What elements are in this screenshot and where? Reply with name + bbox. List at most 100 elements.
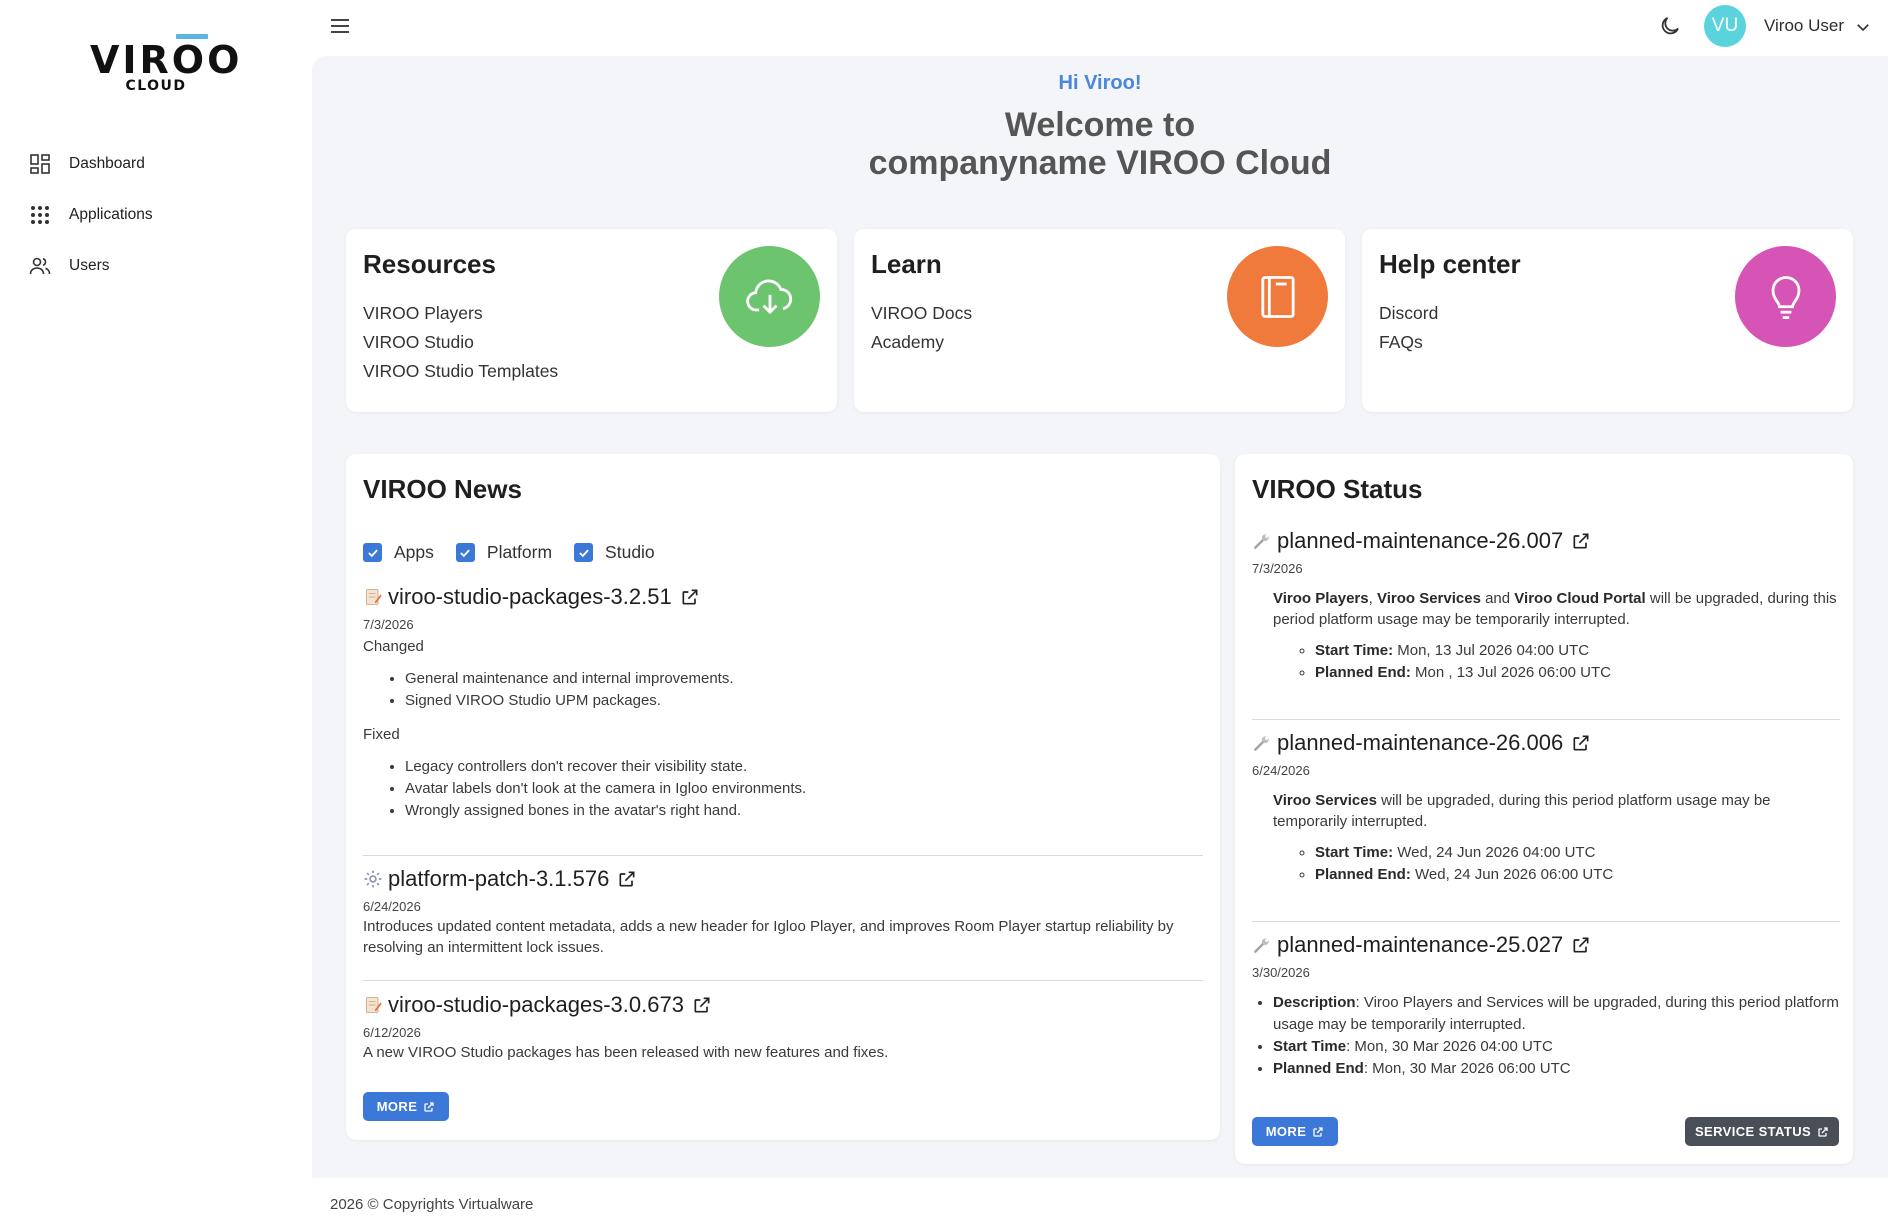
memo-icon — [363, 995, 383, 1015]
status-item-title[interactable]: planned-maintenance-26.007 — [1277, 528, 1563, 554]
external-link-icon[interactable] — [692, 995, 712, 1015]
news-item-title[interactable]: platform-patch-3.1.576 — [388, 866, 609, 892]
filter-studio-label[interactable]: Studio — [605, 542, 655, 563]
hamburger-menu-icon[interactable] — [328, 14, 352, 38]
start-time-label: Start Time: — [1315, 642, 1394, 659]
list-item: Start Time: Wed, 24 Jun 2026 04:00 UTC — [1315, 842, 1840, 864]
link-viroo-docs[interactable]: VIROO Docs — [871, 299, 972, 328]
welcome-line-1: Welcome to — [1004, 106, 1196, 144]
list-item: Avatar labels don't look at the camera i… — [405, 778, 1203, 800]
list-item: General maintenance and internal improve… — [405, 668, 1203, 690]
moon-icon[interactable] — [1658, 14, 1682, 38]
list-item: Signed VIROO Studio UPM packages. — [405, 690, 1203, 712]
learn-links: VIROO Docs Academy — [871, 299, 972, 357]
status-item-description: Viroo Players, Viroo Services and Viroo … — [1252, 588, 1840, 630]
gear-icon — [363, 869, 383, 889]
greeting-text: Hi Viroo! — [1058, 72, 1142, 94]
news-item-text: A new VIROO Studio packages has been rel… — [363, 1044, 889, 1061]
status-item-title[interactable]: planned-maintenance-25.027 — [1277, 932, 1563, 958]
external-link-icon — [1818, 1126, 1828, 1137]
status-item-title[interactable]: planned-maintenance-26.006 — [1277, 730, 1563, 756]
list-item: Start Time: Mon, 13 Jul 2026 04:00 UTC — [1315, 640, 1840, 662]
link-viroo-studio-templates[interactable]: VIROO Studio Templates — [363, 357, 558, 386]
planned-end-value: Wed, 24 Jun 2026 06:00 UTC — [1410, 866, 1614, 883]
filter-apps-checkbox[interactable] — [363, 543, 382, 562]
filter-apps-label[interactable]: Apps — [394, 542, 434, 563]
external-link-icon[interactable] — [1571, 935, 1591, 955]
start-time-label: Start Time — [1273, 1038, 1347, 1055]
link-viroo-players[interactable]: VIROO Players — [363, 299, 558, 328]
resources-icon-circle — [719, 246, 820, 347]
status-text: , — [1368, 590, 1377, 607]
help-center-card: Help center Discord FAQs — [1362, 229, 1853, 412]
news-item-title[interactable]: viroo-studio-packages-3.2.51 — [388, 584, 672, 610]
news-more-button[interactable]: MORE — [363, 1092, 449, 1121]
check-icon — [460, 548, 471, 557]
news-item-date: 7/3/2026 — [363, 617, 414, 632]
planned-end-label: Planned End: — [1315, 664, 1411, 681]
divider — [363, 980, 1203, 981]
logo-subtitle: CLOUD — [125, 78, 187, 94]
status-item-date: 6/24/2026 — [1252, 763, 1310, 778]
status-more-button[interactable]: MORE — [1252, 1117, 1338, 1146]
help-icon-circle — [1735, 246, 1836, 347]
start-time-value: Mon, 13 Jul 2026 04:00 UTC — [1393, 642, 1590, 659]
planned-end-label: Planned End — [1273, 1060, 1364, 1077]
news-fixed-list: Legacy controllers don't recover their v… — [363, 756, 1203, 822]
book-icon — [1260, 275, 1295, 318]
resources-links: VIROO Players VIROO Studio VIROO Studio … — [363, 299, 558, 386]
list-item: Planned End: Mon, 30 Mar 2026 06:00 UTC — [1273, 1058, 1840, 1080]
start-time-value: : Mon, 30 Mar 2026 04:00 UTC — [1346, 1038, 1553, 1055]
external-link-icon[interactable] — [1571, 733, 1591, 753]
footer-copyright: 2026 © Copyrights Virtualware — [330, 1196, 534, 1213]
sidebar-item-users[interactable]: Users — [0, 240, 312, 291]
list-item: Description: Viroo Players and Services … — [1273, 992, 1840, 1036]
user-avatar[interactable]: VU — [1704, 5, 1746, 47]
apps-grid-icon — [31, 205, 49, 224]
link-academy[interactable]: Academy — [871, 328, 972, 357]
lightbulb-icon — [1771, 275, 1800, 319]
start-time-value: Wed, 24 Jun 2026 04:00 UTC — [1393, 844, 1596, 861]
status-times-list: Start Time: Wed, 24 Jun 2026 04:00 UTC P… — [1252, 842, 1840, 886]
learn-card: Learn VIROO Docs Academy — [854, 229, 1345, 412]
sidebar-item-dashboard[interactable]: Dashboard — [0, 138, 312, 189]
sidebar-item-label: Dashboard — [69, 154, 145, 172]
news-item: platform-patch-3.1.576 6/24/2026 Introdu… — [363, 864, 1203, 958]
filter-studio-checkbox[interactable] — [574, 543, 594, 562]
sidebar: VIROO CLOUD Dashboard Applications Users — [0, 0, 312, 1230]
service-status-button[interactable]: SERVICE STATUS — [1685, 1117, 1839, 1146]
status-bold-text: Viroo Cloud Portal — [1514, 590, 1646, 607]
planned-end-label: Planned End: — [1315, 866, 1411, 883]
divider — [1252, 921, 1840, 922]
status-item-description: Viroo Services will be upgraded, during … — [1252, 790, 1840, 832]
page-title: Welcome to companyname VIROO Cloud — [312, 106, 1888, 182]
viroo-cloud-logo[interactable]: VIROO CLOUD — [90, 30, 239, 94]
link-faqs[interactable]: FAQs — [1379, 328, 1438, 357]
sidebar-item-applications[interactable]: Applications — [0, 189, 312, 240]
filter-platform-checkbox[interactable] — [455, 543, 475, 562]
news-fixed-heading: Fixed — [363, 726, 400, 743]
external-link-icon[interactable] — [617, 869, 637, 889]
news-item-date: 6/24/2026 — [363, 899, 421, 914]
status-item: planned-maintenance-26.006 6/24/2026 Vir… — [1252, 728, 1840, 898]
external-link-icon[interactable] — [1571, 531, 1591, 551]
news-title: VIROO News — [363, 474, 522, 504]
description-label: Description — [1273, 994, 1356, 1011]
news-changed-list: General maintenance and internal improve… — [363, 668, 1203, 712]
news-filters: Apps Platform Studio — [363, 542, 677, 563]
button-label: MORE — [376, 1099, 418, 1114]
chevron-down-icon[interactable] — [1854, 18, 1872, 36]
link-viroo-studio[interactable]: VIROO Studio — [363, 328, 558, 357]
user-menu-name[interactable]: Viroo User — [1764, 16, 1844, 36]
link-discord[interactable]: Discord — [1379, 299, 1438, 328]
welcome-line-2: companyname VIROO Cloud — [868, 144, 1332, 182]
external-link-icon — [1313, 1126, 1323, 1137]
filter-platform-label[interactable]: Platform — [487, 542, 552, 563]
button-label: SERVICE STATUS — [1694, 1124, 1812, 1139]
news-item-title[interactable]: viroo-studio-packages-3.0.673 — [388, 992, 684, 1018]
help-links: Discord FAQs — [1379, 299, 1438, 357]
news-item-date: 6/12/2026 — [363, 1025, 421, 1040]
wrench-icon — [1252, 935, 1272, 955]
external-link-icon[interactable] — [680, 587, 700, 607]
users-icon — [29, 257, 51, 274]
